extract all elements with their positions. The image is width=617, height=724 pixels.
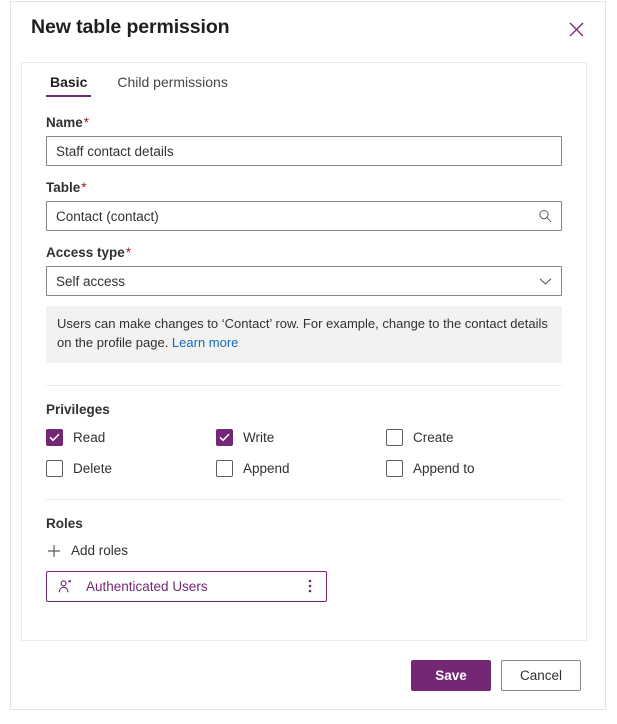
cancel-button[interactable]: Cancel — [501, 659, 581, 691]
learn-more-link[interactable]: Learn more — [172, 335, 238, 350]
table-label: Table* — [46, 180, 87, 195]
privilege-create[interactable]: Create — [386, 428, 562, 446]
name-required-marker: * — [83, 115, 90, 130]
person-role-icon — [58, 578, 74, 594]
access-type-info-box: Users can make changes to ‘Contact’ row.… — [46, 306, 562, 363]
panel-footer: Save Cancel — [11, 641, 605, 709]
privilege-append-label: Append — [243, 460, 290, 476]
privilege-delete[interactable]: Delete — [46, 459, 216, 477]
role-chip-authenticated-users[interactable]: Authenticated Users — [46, 570, 327, 602]
roles-title: Roles — [46, 515, 83, 531]
table-input[interactable] — [46, 201, 562, 231]
roles-divider — [46, 498, 562, 500]
privilege-write[interactable]: Write — [216, 428, 386, 446]
add-roles-button[interactable]: Add roles — [46, 543, 128, 559]
tab-list: Basic Child permissions — [22, 63, 586, 97]
privilege-append-to-label: Append to — [413, 460, 475, 476]
table-field-group: Table* — [46, 180, 562, 231]
plus-icon — [46, 543, 62, 559]
tab-basic[interactable]: Basic — [46, 75, 92, 97]
privilege-create-label: Create — [413, 429, 454, 445]
close-button[interactable] — [561, 14, 591, 44]
privilege-read[interactable]: Read — [46, 428, 216, 446]
new-table-permission-panel: New table permission Basic Child permiss… — [10, 1, 606, 710]
access-type-required-marker: * — [125, 245, 132, 260]
chevron-down-icon[interactable] — [536, 266, 554, 296]
name-label: Name* — [46, 115, 90, 130]
save-button[interactable]: Save — [411, 659, 491, 691]
search-icon[interactable] — [536, 201, 554, 231]
access-type-select[interactable] — [46, 266, 562, 296]
name-input-wrap — [46, 136, 562, 166]
tab-child-permissions[interactable]: Child permissions — [113, 75, 231, 97]
privilege-delete-label: Delete — [73, 460, 113, 476]
form-card: Basic Child permissions Name* Table* — [21, 62, 587, 641]
panel-header: New table permission — [11, 2, 605, 52]
privilege-write-label: Write — [243, 429, 275, 445]
access-type-field-group: Access type* Users can make changes to ‘… — [46, 245, 562, 363]
name-field-group: Name* — [46, 115, 562, 166]
access-type-select-wrap — [46, 266, 562, 296]
table-input-wrap — [46, 201, 562, 231]
privilege-append[interactable]: Append — [216, 459, 386, 477]
access-type-label: Access type* — [46, 245, 132, 260]
close-icon — [569, 22, 584, 37]
checkbox-write[interactable] — [216, 428, 233, 446]
more-vertical-icon[interactable] — [300, 574, 320, 598]
role-chip-label: Authenticated Users — [86, 578, 208, 594]
add-roles-label: Add roles — [71, 543, 129, 559]
page-title: New table permission — [31, 15, 230, 38]
privileges-divider — [46, 384, 562, 386]
table-required-marker: * — [81, 180, 87, 195]
access-type-info-text: Users can make changes to ‘Contact’ row.… — [57, 316, 548, 350]
checkbox-read[interactable] — [46, 428, 63, 446]
checkbox-create[interactable] — [386, 428, 403, 446]
privileges-title: Privileges — [46, 401, 110, 417]
privileges-grid: Read Write Create Delete Append Append t… — [46, 428, 562, 477]
checkbox-append[interactable] — [216, 459, 233, 477]
privilege-read-label: Read — [73, 429, 106, 445]
privilege-append-to[interactable]: Append to — [386, 459, 562, 477]
checkbox-delete[interactable] — [46, 459, 63, 477]
name-input[interactable] — [46, 136, 562, 166]
permission-form: Name* Table* — [22, 97, 586, 602]
checkbox-append-to[interactable] — [386, 459, 403, 477]
